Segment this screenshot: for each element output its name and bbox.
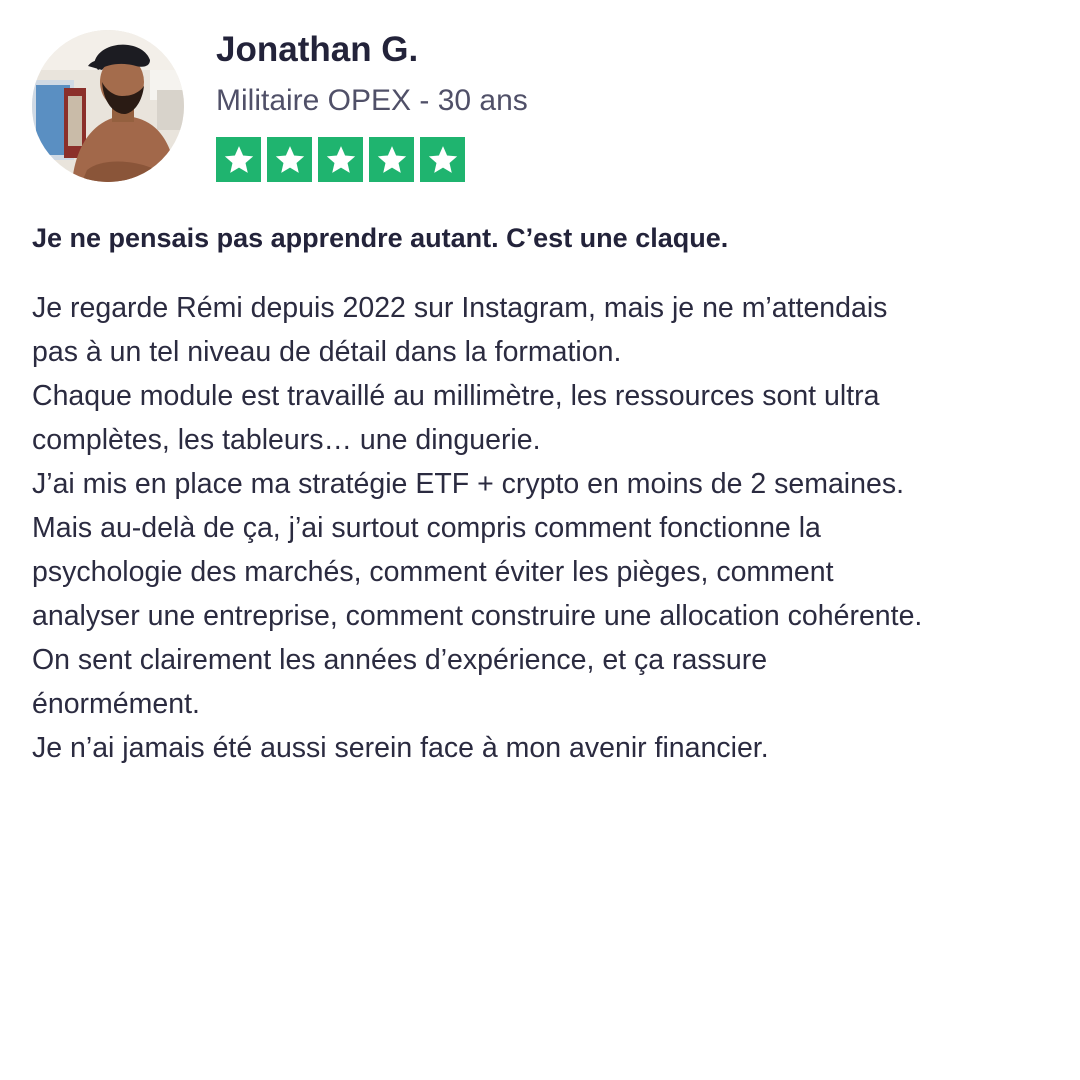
- review-line: psychologie des marchés, comment éviter …: [32, 556, 834, 588]
- review-body: Je regarde Rémi depuis 2022 sur Instagra…: [32, 286, 1062, 770]
- star-icon: [267, 137, 312, 182]
- star-rating: [216, 137, 528, 182]
- reviewer-name: Jonathan G.: [216, 30, 419, 69]
- review-line: J’ai mis en place ma stratégie ETF + cry…: [32, 468, 905, 500]
- star-icon: [369, 137, 414, 182]
- avatar: [32, 30, 184, 182]
- review-header: Jonathan G. Militaire OPEX - 30 ans: [32, 30, 528, 182]
- review-line: complètes, les tableurs… une dinguerie.: [32, 424, 541, 456]
- review-line: pas à un tel niveau de détail dans la fo…: [32, 336, 622, 368]
- reviewer-subtitle: Militaire OPEX - 30 ans: [216, 84, 528, 117]
- reviewer-identity: Jonathan G. Militaire OPEX - 30 ans: [216, 30, 528, 182]
- review-line: Chaque module est travaillé au millimètr…: [32, 380, 880, 412]
- profile-photo-icon: [32, 30, 184, 182]
- review-line: Je n’ai jamais été aussi serein face à m…: [32, 732, 769, 764]
- star-icon: [216, 137, 261, 182]
- review-line: Mais au-delà de ça, j’ai surtout compris…: [32, 512, 821, 544]
- review-line: On sent clairement les années d’expérien…: [32, 644, 768, 676]
- review-line: analyser une entreprise, comment constru…: [32, 600, 923, 632]
- review-title: Je ne pensais pas apprendre autant. C’es…: [32, 223, 729, 253]
- star-icon: [420, 137, 465, 182]
- review-card: Jonathan G. Militaire OPEX - 30 ans Je n…: [0, 0, 1080, 1080]
- star-icon: [318, 137, 363, 182]
- review-line: énormément.: [32, 688, 200, 720]
- review-line: Je regarde Rémi depuis 2022 sur Instagra…: [32, 292, 888, 324]
